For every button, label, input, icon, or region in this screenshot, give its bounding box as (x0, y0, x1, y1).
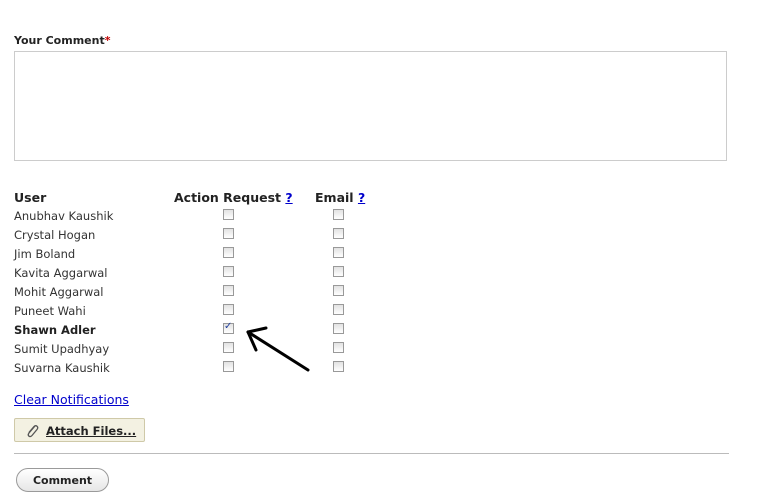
user-name: Puneet Wahi (14, 304, 86, 318)
user-row: Anubhav Kaushik (0, 207, 400, 226)
comment-label: Your Comment* (14, 34, 111, 47)
action-request-checkbox[interactable]: ✓ (223, 321, 234, 334)
user-name: Mohit Aggarwal (14, 285, 104, 299)
user-row: Kavita Aggarwal (0, 264, 400, 283)
user-name: Shawn Adler (14, 323, 96, 337)
email-checkbox[interactable] (333, 323, 344, 334)
email-checkbox[interactable] (333, 247, 344, 258)
email-checkbox[interactable] (333, 342, 344, 353)
email-checkbox[interactable] (333, 266, 344, 277)
action-request-column-header: Action Request ? (174, 190, 293, 205)
action-request-checkbox[interactable] (223, 304, 234, 315)
user-name: Kavita Aggarwal (14, 266, 108, 280)
user-row: Jim Boland (0, 245, 400, 264)
action-request-checkbox[interactable] (223, 247, 234, 258)
user-row: Crystal Hogan (0, 226, 400, 245)
attach-files-button[interactable]: Attach Files... (14, 418, 145, 442)
paperclip-icon (27, 425, 39, 438)
user-name: Crystal Hogan (14, 228, 96, 242)
user-row: Sumit Upadhyay (0, 340, 400, 359)
user-name: Jim Boland (14, 247, 76, 261)
email-checkbox[interactable] (333, 209, 344, 220)
user-row: Puneet Wahi (0, 302, 400, 321)
action-request-checkbox[interactable] (223, 209, 234, 220)
email-checkbox[interactable] (333, 304, 344, 315)
comment-textarea[interactable] (14, 51, 727, 161)
user-name: Sumit Upadhyay (14, 342, 110, 356)
checkmark-icon: ✓ (224, 321, 233, 332)
email-column-header: Email ? (315, 190, 366, 205)
email-checkbox[interactable] (333, 228, 344, 239)
action-request-checkbox[interactable] (223, 361, 234, 372)
email-checkbox[interactable] (333, 361, 344, 372)
user-name: Anubhav Kaushik (14, 209, 114, 223)
action-request-checkbox[interactable] (223, 266, 234, 277)
user-name: Suvarna Kaushik (14, 361, 110, 375)
action-request-checkbox[interactable] (223, 285, 234, 296)
clear-notifications-link[interactable]: Clear Notifications (14, 392, 129, 407)
email-checkbox[interactable] (333, 285, 344, 296)
divider (14, 453, 729, 454)
hand-drawn-arrow-icon (246, 326, 310, 372)
action-request-checkbox[interactable] (223, 342, 234, 353)
email-help-link[interactable]: ? (358, 190, 365, 205)
attach-files-label: Attach Files... (46, 424, 137, 438)
user-row: Suvarna Kaushik (0, 359, 400, 378)
user-row: Shawn Adler ✓ (0, 321, 400, 340)
user-row: Mohit Aggarwal (0, 283, 400, 302)
action-request-checkbox[interactable] (223, 228, 234, 239)
action-request-help-link[interactable]: ? (285, 190, 292, 205)
user-column-header: User (14, 190, 47, 205)
required-marker: * (104, 34, 111, 47)
comment-submit-button[interactable]: Comment (16, 468, 109, 492)
